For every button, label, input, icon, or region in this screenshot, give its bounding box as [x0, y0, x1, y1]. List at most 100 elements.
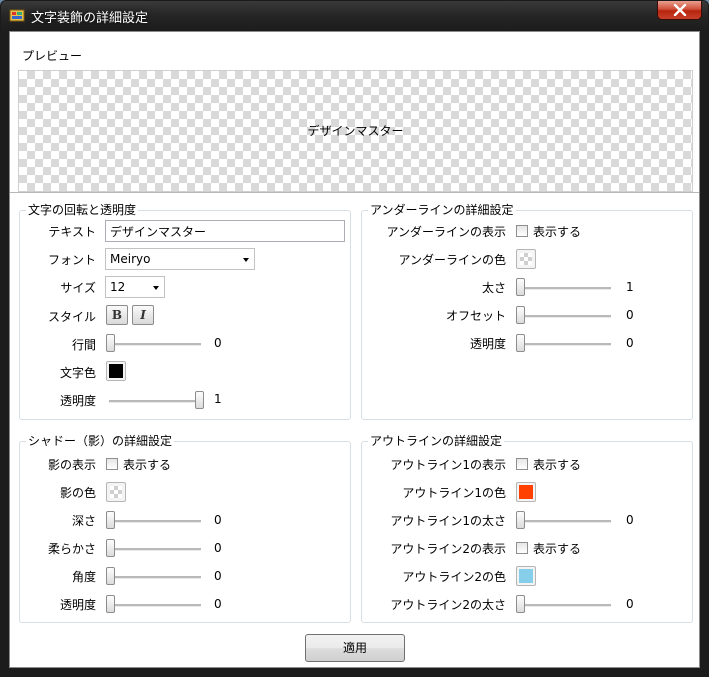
line-spacing-slider-thumb[interactable]: [106, 334, 115, 352]
line-spacing-label: 行間: [71, 338, 96, 352]
shadow-opacity-slider[interactable]: [109, 604, 201, 607]
underline-color-fill: [520, 253, 532, 265]
underline-settings-group: アンダーラインの詳細設定 アンダーラインの表示 表示する アンダーラインの色 太…: [361, 203, 693, 420]
shadow-depth-label: 深さ: [71, 514, 96, 528]
underline-opacity-slider[interactable]: [519, 343, 611, 346]
shadow-softness-label: 柔らかさ: [47, 542, 96, 556]
shadow-depth-slider[interactable]: [109, 520, 201, 523]
shadow-opacity-slider-thumb[interactable]: [106, 595, 115, 613]
bold-button[interactable]: B: [106, 305, 128, 325]
chevron-down-icon: [243, 258, 249, 262]
shadow-color-label: 影の色: [59, 486, 96, 500]
window-title: 文字装飾の詳細設定: [31, 11, 149, 26]
opacity-label: 透明度: [59, 394, 96, 408]
group-title: シャドー（影）の詳細設定: [26, 434, 175, 448]
preview-text: デザインマスター: [307, 124, 404, 138]
opacity-value: 1: [214, 392, 222, 406]
underline-offset-label: オフセット: [445, 309, 506, 323]
text-color-fill: [109, 364, 123, 378]
outline-settings-group: アウトラインの詳細設定 アウトライン1の表示 表示する アウトライン1の色 アウ…: [361, 434, 693, 623]
shadow-show-label: 影の表示: [47, 458, 96, 472]
text-label: テキスト: [48, 225, 96, 239]
chevron-down-icon: [153, 286, 159, 290]
font-value: Meiryo: [110, 252, 151, 266]
close-icon: [673, 4, 687, 16]
style-label: スタイル: [47, 310, 96, 324]
separator: [10, 192, 699, 193]
line-spacing-value: 0: [214, 336, 222, 350]
shadow-depth-value: 0: [214, 513, 222, 527]
shadow-show-text[interactable]: 表示する: [123, 456, 171, 473]
dialog-content: プレビュー デザインマスター 文字の回転と透明度 テキスト デザインマスター フ…: [9, 31, 700, 668]
group-title: アウトラインの詳細設定: [368, 434, 505, 448]
shadow-depth-slider-thumb[interactable]: [106, 511, 115, 529]
outline2-show-text[interactable]: 表示する: [533, 540, 581, 557]
shadow-opacity-label: 透明度: [59, 598, 96, 612]
outline2-show-label: アウトライン2の表示: [390, 542, 506, 556]
underline-thickness-slider[interactable]: [519, 287, 611, 290]
shadow-softness-slider[interactable]: [109, 548, 201, 551]
underline-offset-value: 0: [626, 308, 634, 322]
shadow-softness-slider-thumb[interactable]: [106, 539, 115, 557]
outline2-width-slider-thumb[interactable]: [516, 595, 525, 613]
line-spacing-slider[interactable]: [109, 343, 201, 346]
underline-color-label: アンダーラインの色: [398, 253, 506, 267]
outline1-show-label: アウトライン1の表示: [390, 458, 506, 472]
shadow-angle-value: 0: [214, 569, 222, 583]
group-title: 文字の回転と透明度: [26, 203, 139, 217]
close-button[interactable]: [657, 1, 702, 20]
preview-area: デザインマスター: [18, 70, 693, 192]
shadow-show-checkbox[interactable]: [106, 458, 118, 470]
outline2-color-label: アウトライン2の色: [402, 570, 506, 584]
outline2-width-slider[interactable]: [519, 604, 611, 607]
outline2-width-value: 0: [626, 597, 634, 611]
size-label: サイズ: [60, 281, 96, 295]
shadow-color-fill: [110, 486, 122, 498]
outline1-show-text[interactable]: 表示する: [533, 456, 581, 473]
shadow-angle-label: 角度: [71, 570, 96, 584]
opacity-slider[interactable]: [109, 400, 201, 403]
app-icon: [9, 9, 25, 22]
shadow-settings-group: シャドー（影）の詳細設定 影の表示 表示する 影の色 深さ 0 柔らかさ 0 角…: [19, 434, 351, 623]
underline-offset-slider-thumb[interactable]: [516, 306, 525, 324]
italic-button[interactable]: I: [132, 305, 154, 325]
shadow-opacity-value: 0: [214, 597, 222, 611]
text-settings-group: 文字の回転と透明度 テキスト デザインマスター フォント Meiryo サイズ …: [19, 203, 351, 420]
outline1-color-swatch[interactable]: [516, 482, 536, 502]
outline1-width-slider[interactable]: [519, 520, 611, 523]
outline1-width-slider-thumb[interactable]: [516, 511, 525, 529]
underline-thickness-slider-thumb[interactable]: [516, 278, 525, 296]
outline2-color-swatch[interactable]: [516, 566, 536, 586]
underline-show-label: アンダーラインの表示: [386, 225, 506, 239]
shadow-angle-slider[interactable]: [109, 576, 201, 579]
group-title: アンダーラインの詳細設定: [368, 203, 516, 217]
text-color-label: 文字色: [59, 366, 96, 380]
size-select[interactable]: 12: [105, 276, 165, 298]
outline1-width-value: 0: [626, 513, 634, 527]
text-input[interactable]: デザインマスター: [105, 220, 345, 242]
underline-offset-slider[interactable]: [519, 315, 611, 318]
shadow-angle-slider-thumb[interactable]: [106, 567, 115, 585]
outline2-width-label: アウトライン2の太さ: [390, 598, 506, 612]
outline1-color-label: アウトライン1の色: [402, 486, 506, 500]
outline1-color-fill: [519, 485, 533, 499]
opacity-slider-thumb[interactable]: [195, 391, 204, 409]
font-select[interactable]: Meiryo: [105, 248, 255, 270]
text-color-swatch[interactable]: [106, 361, 126, 381]
underline-thickness-label: 太さ: [481, 281, 506, 295]
underline-opacity-label: 透明度: [469, 337, 506, 351]
outline1-show-checkbox[interactable]: [516, 458, 528, 470]
dialog-window: 文字装飾の詳細設定 プレビュー デザインマスター 文字の回転と透明度 テキスト …: [0, 0, 709, 677]
title-bar[interactable]: 文字装飾の詳細設定: [1, 1, 708, 30]
font-label: フォント: [47, 253, 96, 267]
underline-color-swatch[interactable]: [516, 249, 536, 269]
underline-opacity-slider-thumb[interactable]: [516, 334, 525, 352]
shadow-softness-value: 0: [214, 541, 222, 555]
shadow-color-swatch[interactable]: [106, 482, 126, 502]
underline-show-checkbox[interactable]: [516, 225, 528, 237]
outline2-show-checkbox[interactable]: [516, 542, 528, 554]
outline1-width-label: アウトライン1の太さ: [390, 514, 506, 528]
underline-show-text[interactable]: 表示する: [533, 223, 581, 240]
size-value: 12: [110, 280, 126, 294]
apply-button[interactable]: 適用: [305, 634, 405, 662]
